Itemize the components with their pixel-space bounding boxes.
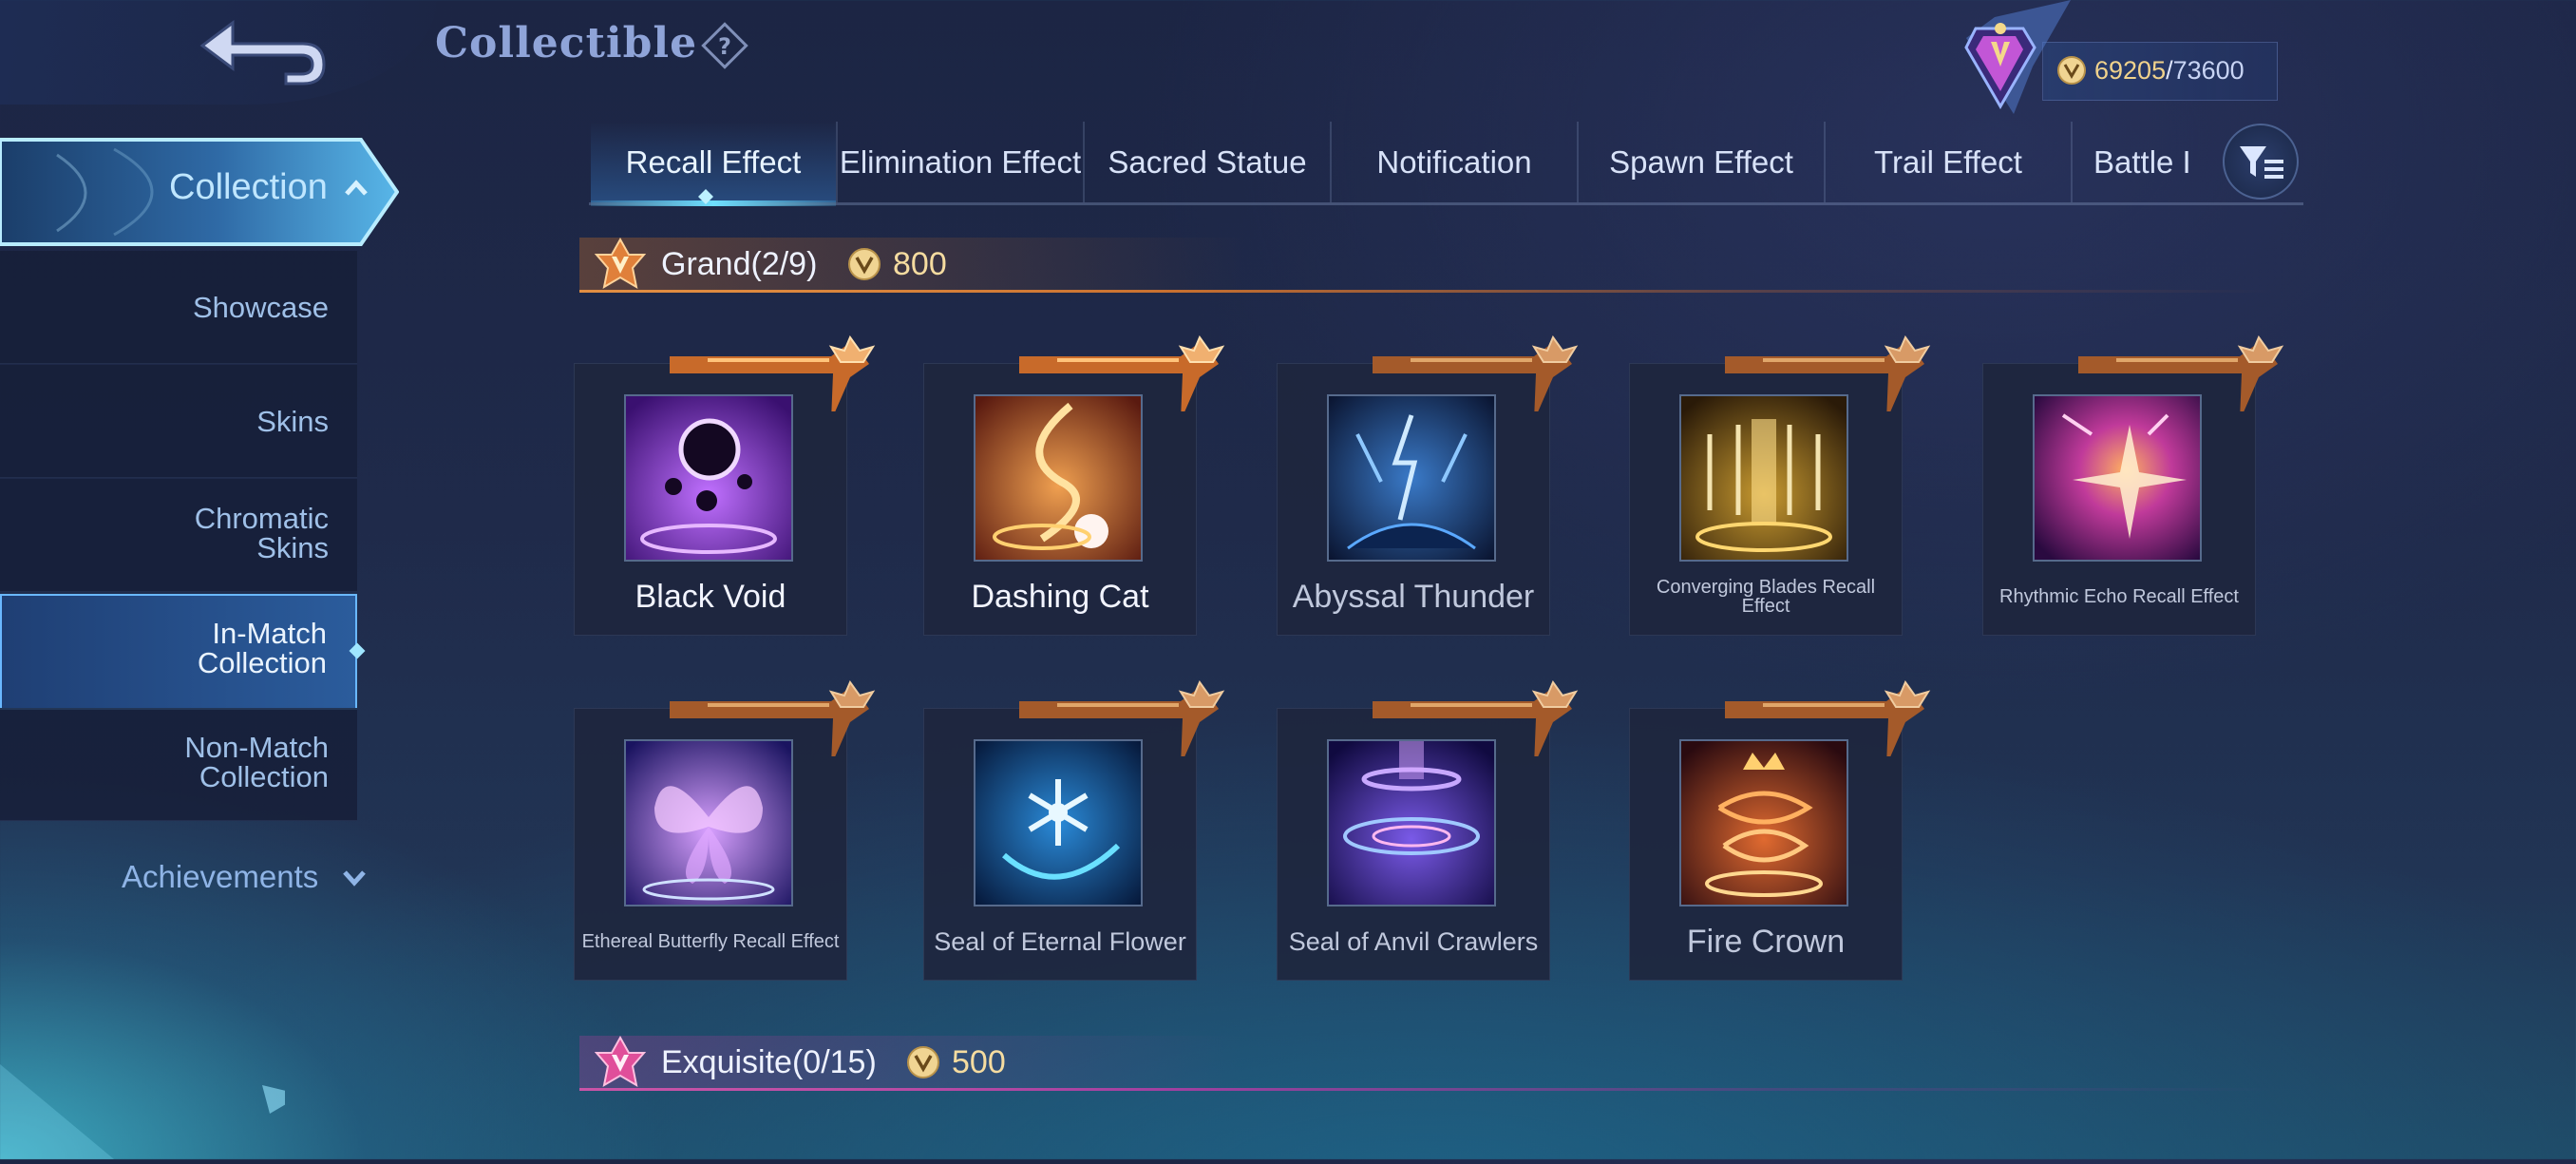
card-name: Seal of Anvil Crawlers (1288, 927, 1539, 956)
sidebar-item-label: Skins (256, 405, 329, 438)
collection-points-value: 69205/73600 (2094, 55, 2245, 86)
tab-notification[interactable]: Notification (1330, 122, 1577, 202)
chevron-up-icon (342, 175, 370, 203)
card-seal-of-anvil-crawlers[interactable]: Seal of Anvil Crawlers (1277, 680, 1579, 981)
card-name: Rhythmic Echo Recall Effect (1999, 586, 2239, 607)
coin-icon (906, 1045, 940, 1079)
card-thumbnail (624, 739, 793, 906)
card-thumbnail (1679, 394, 1848, 562)
card-name: Ethereal Butterfly Recall Effect (581, 931, 840, 952)
card-name: Seal of Eternal Flower (934, 927, 1186, 956)
page-title: Collectible (435, 19, 698, 67)
exquisite-section-price: 500 (952, 1044, 1006, 1080)
exquisite-section-header: Exquisite(0/15) 500 (579, 1035, 2280, 1091)
sidebar-item-chromatic-skins[interactable]: Chromatic Skins (0, 479, 357, 592)
card-converging-blades[interactable]: Converging Blades Recall Effect (1629, 335, 1931, 636)
category-tabs: Recall Effect Elimination Effect Sacred … (589, 122, 2303, 206)
svg-text:?: ? (718, 33, 731, 60)
card-thumbnail (974, 394, 1143, 562)
sidebar-item-showcase[interactable]: Showcase (0, 251, 357, 364)
back-button[interactable] (195, 11, 328, 87)
card-dashing-cat[interactable]: Dashing Cat (923, 335, 1225, 636)
grand-section-title: Grand(2/9) (661, 246, 818, 282)
points-current: 69205 (2094, 56, 2167, 85)
exquisite-tier-icon (594, 1035, 647, 1089)
sidebar-item-non-match-collection[interactable]: Non-Match Collection (0, 708, 357, 821)
sidebar-collection-label: Collection (169, 167, 328, 207)
filter-button[interactable] (2223, 124, 2299, 200)
card-thumbnail (1679, 739, 1848, 906)
collection-coin-icon (2056, 55, 2087, 86)
card-rhythmic-echo[interactable]: Rhythmic Echo Recall Effect (1982, 335, 2284, 636)
grand-section-price: 800 (893, 246, 947, 282)
active-tab-pointer-icon (697, 188, 714, 205)
back-arrow-icon (199, 20, 326, 86)
points-total: 73600 (2172, 56, 2245, 85)
card-name: Dashing Cat (971, 579, 1149, 615)
card-thumbnail (1327, 739, 1496, 906)
sidebar-item-in-match-collection[interactable]: In-Match Collection (0, 594, 366, 710)
card-name: Converging Blades Recall Effect (1656, 577, 1876, 617)
grand-section-header: Grand(2/9) 800 (579, 237, 2280, 293)
grand-tier-icon (594, 237, 647, 291)
points-separator: / (2166, 56, 2173, 85)
card-thumbnail (974, 739, 1143, 906)
tab-battle[interactable]: Battle I (2071, 122, 2245, 202)
card-name: Abyssal Thunder (1292, 579, 1535, 615)
tab-sacred-statue[interactable]: Sacred Statue (1083, 122, 1330, 202)
rank-emblem-icon[interactable] (1928, 0, 2071, 118)
selected-indicator (349, 642, 366, 659)
coin-icon (847, 247, 881, 281)
tab-elimination-effect[interactable]: Elimination Effect (836, 122, 1083, 202)
sidebar-item-skins[interactable]: Skins (0, 365, 357, 478)
chevron-down-icon (340, 863, 369, 891)
card-fire-crown[interactable]: Fire Crown (1629, 680, 1931, 981)
filter-icon (2240, 146, 2283, 179)
sidebar-item-label: Non-Match Collection (184, 731, 329, 793)
card-thumbnail (1327, 394, 1496, 562)
card-seal-of-eternal-flower[interactable]: Seal of Eternal Flower (923, 680, 1225, 981)
sidebar-item-label: In-Match Collection (197, 617, 327, 679)
card-name: Fire Crown (1686, 924, 1846, 960)
card-thumbnail (624, 394, 793, 562)
card-name: Black Void (635, 579, 786, 615)
card-thumbnail (2033, 394, 2202, 562)
tab-spawn-effect[interactable]: Spawn Effect (1577, 122, 1824, 202)
sidebar-item-label: Chromatic Skins (194, 502, 329, 564)
decorative-shapes (0, 1026, 302, 1159)
card-abyssal-thunder[interactable]: Abyssal Thunder (1277, 335, 1579, 636)
sidebar-achievements[interactable]: Achievements (122, 859, 318, 895)
card-ethereal-butterfly[interactable]: Ethereal Butterfly Recall Effect (574, 680, 876, 981)
tab-trail-effect[interactable]: Trail Effect (1824, 122, 2071, 202)
card-black-void[interactable]: Black Void (574, 335, 876, 636)
help-icon[interactable]: ? (698, 19, 751, 72)
sidebar-item-label: Showcase (192, 291, 329, 324)
exquisite-section-title: Exquisite(0/15) (661, 1044, 877, 1080)
